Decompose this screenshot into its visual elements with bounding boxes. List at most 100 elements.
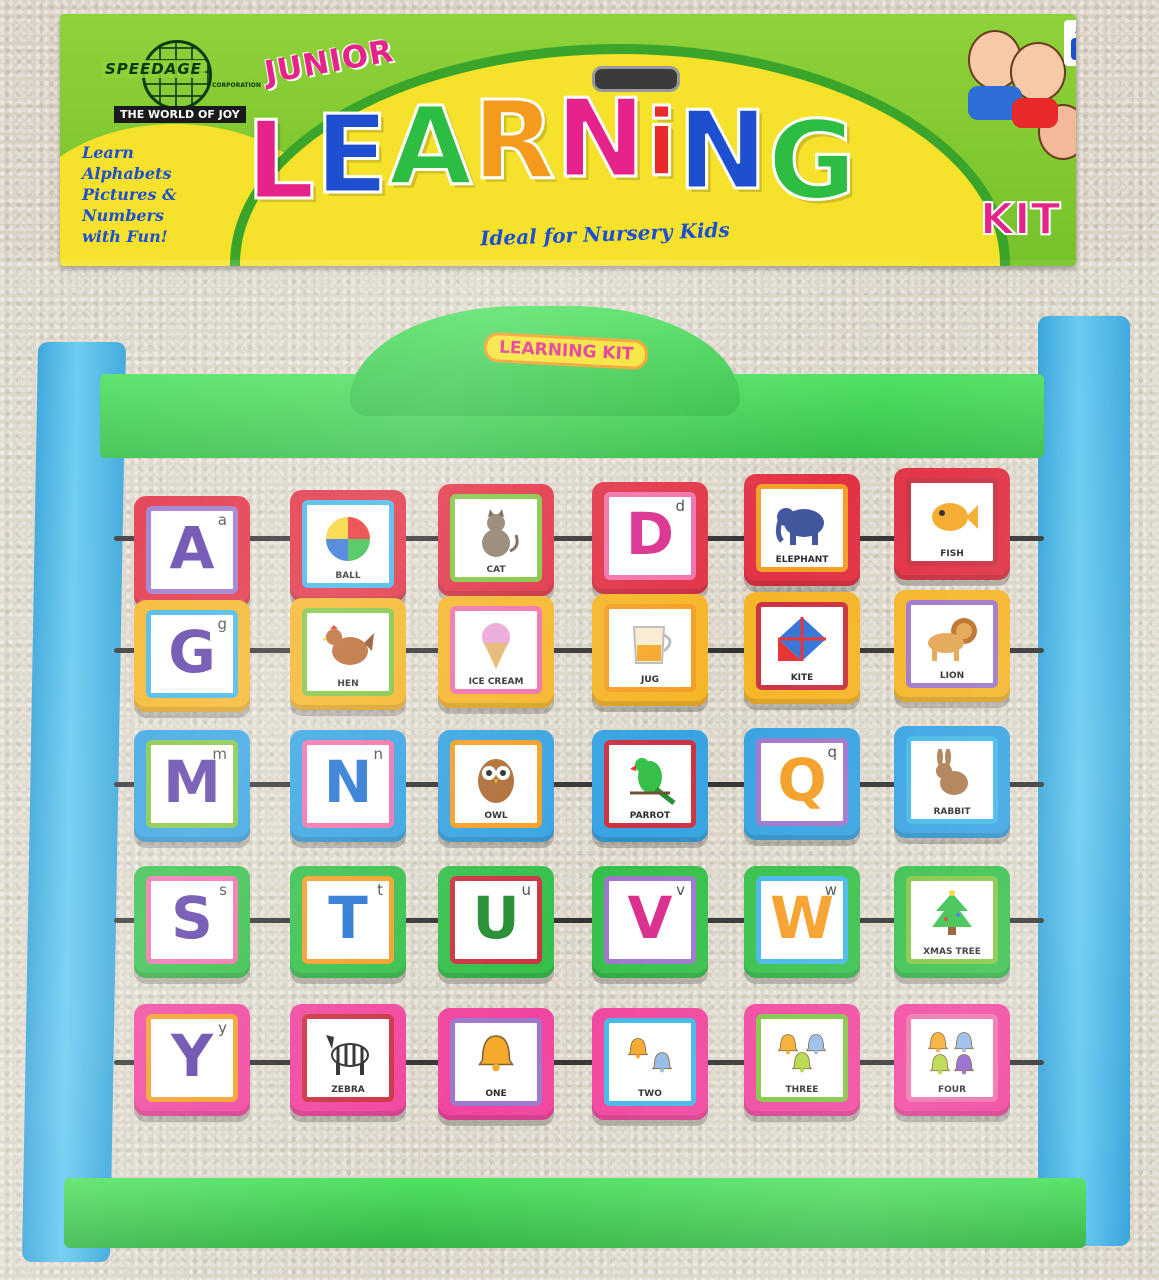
package-header-card: SPEEDAGE CORPORATION THE WORLD OF JOY Le… [60, 14, 1076, 266]
picture-block-ball[interactable]: BALL [290, 490, 406, 602]
letter-block-u[interactable]: Uu [438, 866, 554, 978]
picture-block-kite[interactable]: KITE [744, 592, 860, 704]
picture-block-fish[interactable]: FISH [894, 468, 1010, 580]
lowercase-letter: w [824, 881, 837, 899]
block-face: Ss [146, 876, 238, 964]
picture-block-elephant[interactable]: ELEPHANT [744, 474, 860, 586]
picture-word: RABBIT [933, 807, 971, 817]
picture-block-rabbit[interactable]: RABBIT [894, 726, 1010, 838]
title-letter: N [554, 77, 647, 202]
kids-illustration [928, 20, 1076, 170]
picture-word: HEN [337, 679, 359, 689]
brand-logo: SPEEDAGE CORPORATION THE WORLD OF JOY [84, 38, 264, 128]
blurb-line: with Fun! [82, 227, 168, 246]
rabbit-icon [922, 748, 982, 805]
kid-shirt [1012, 98, 1058, 128]
ice-cream-icon [466, 619, 526, 675]
letter-block-v[interactable]: Vv [592, 866, 708, 978]
picture-block-owl[interactable]: OWL [438, 730, 554, 842]
lowercase-letter: n [373, 745, 383, 763]
block-face: Vv [604, 876, 696, 964]
letter-block-q[interactable]: Qq [744, 728, 860, 840]
block-face: XMAS TREE [906, 876, 998, 964]
bell-icon [620, 1031, 680, 1087]
picture-word: THREE [785, 1085, 819, 1095]
lowercase-letter: t [377, 881, 383, 899]
picture-block-four[interactable]: FOUR [894, 1004, 1010, 1116]
block-face: Nn [302, 740, 394, 828]
lowercase-letter: s [219, 881, 227, 899]
picture-word: OWL [484, 811, 508, 821]
title-learning: LEARNiNG [245, 76, 858, 224]
block-face: Ww [756, 876, 848, 964]
picture-block-one[interactable]: ONE [438, 1008, 554, 1120]
picture-word: XMAS TREE [923, 947, 981, 957]
block-face: THREE [756, 1014, 848, 1102]
block-face: OWL [450, 740, 542, 828]
letter-block-g[interactable]: Gg [134, 600, 250, 712]
picture-block-parrot[interactable]: PARROT [592, 730, 708, 842]
lowercase-letter: a [217, 511, 227, 529]
title-letter: i [644, 89, 679, 199]
picture-word: ICE CREAM [468, 677, 524, 687]
lowercase-letter: v [676, 881, 685, 899]
letter-block-s[interactable]: Ss [134, 866, 250, 978]
picture-block-two[interactable]: TWO [592, 1008, 708, 1120]
picture-block-ice-cream[interactable]: ICE CREAM [438, 596, 554, 708]
picture-word: KITE [790, 673, 814, 683]
picture-word: ZEBRA [331, 1085, 365, 1095]
block-face: Qq [756, 738, 848, 826]
letter-block-m[interactable]: Mm [134, 730, 250, 842]
fish-icon [922, 491, 982, 547]
title-letter: A [387, 85, 474, 210]
letter-block-a[interactable]: Aa [134, 496, 250, 608]
bell-icon [772, 1027, 832, 1083]
frame-right-post [1038, 316, 1130, 1246]
picture-block-three[interactable]: THREE [744, 1004, 860, 1116]
block-face: Dd [604, 492, 696, 580]
title-letter: N [676, 89, 769, 214]
picture-block-zebra[interactable]: ZEBRA [290, 1004, 406, 1116]
zebra-icon [318, 1027, 378, 1083]
blurb-line: Numbers [82, 206, 164, 225]
block-face: KITE [756, 602, 848, 690]
hen-icon [318, 621, 378, 677]
header-blurb: Learn Alphabets Pictures & Numbers with … [82, 142, 232, 247]
title-letter: R [471, 79, 557, 204]
kite-icon [772, 615, 832, 671]
block-face: ONE [450, 1018, 542, 1106]
letter-block-n[interactable]: Nn [290, 730, 406, 842]
picture-block-jug[interactable]: JUG [592, 594, 708, 706]
letter-block-y[interactable]: Yy [134, 1004, 250, 1116]
title-kit: KIT [979, 193, 1061, 246]
block-face: BALL [302, 500, 394, 588]
lowercase-letter: g [217, 615, 227, 633]
lowercase-letter: u [521, 881, 531, 899]
jug-icon [620, 617, 680, 673]
block-face: CAT [450, 494, 542, 582]
lowercase-letter: q [827, 743, 837, 761]
block-face: PARROT [604, 740, 696, 828]
lowercase-letter: y [218, 1019, 227, 1037]
picture-block-lion[interactable]: LION [894, 590, 1010, 702]
letter-block-d[interactable]: Dd [592, 482, 708, 594]
letter-block-w[interactable]: Ww [744, 866, 860, 978]
letter-block-t[interactable]: Tt [290, 866, 406, 978]
picture-word: PARROT [629, 811, 671, 821]
picture-word: ONE [485, 1089, 507, 1099]
block-face: LION [906, 600, 998, 688]
bell-icon [466, 1031, 526, 1087]
title-letter: G [766, 99, 858, 224]
picture-word: CAT [486, 565, 506, 575]
picture-block-xmas-tree[interactable]: XMAS TREE [894, 866, 1010, 978]
title-letter: L [245, 99, 317, 224]
picture-block-hen[interactable]: HEN [290, 598, 406, 710]
picture-word: TWO [638, 1089, 662, 1099]
blurb-line: Pictures & [82, 185, 177, 204]
blurb-line: Learn [82, 143, 134, 162]
age-label: AGE [1064, 20, 1076, 38]
picture-word: JUG [640, 675, 660, 685]
block-face: Gg [146, 610, 238, 698]
frame-bottom-bar [64, 1178, 1086, 1248]
picture-block-cat[interactable]: CAT [438, 484, 554, 596]
